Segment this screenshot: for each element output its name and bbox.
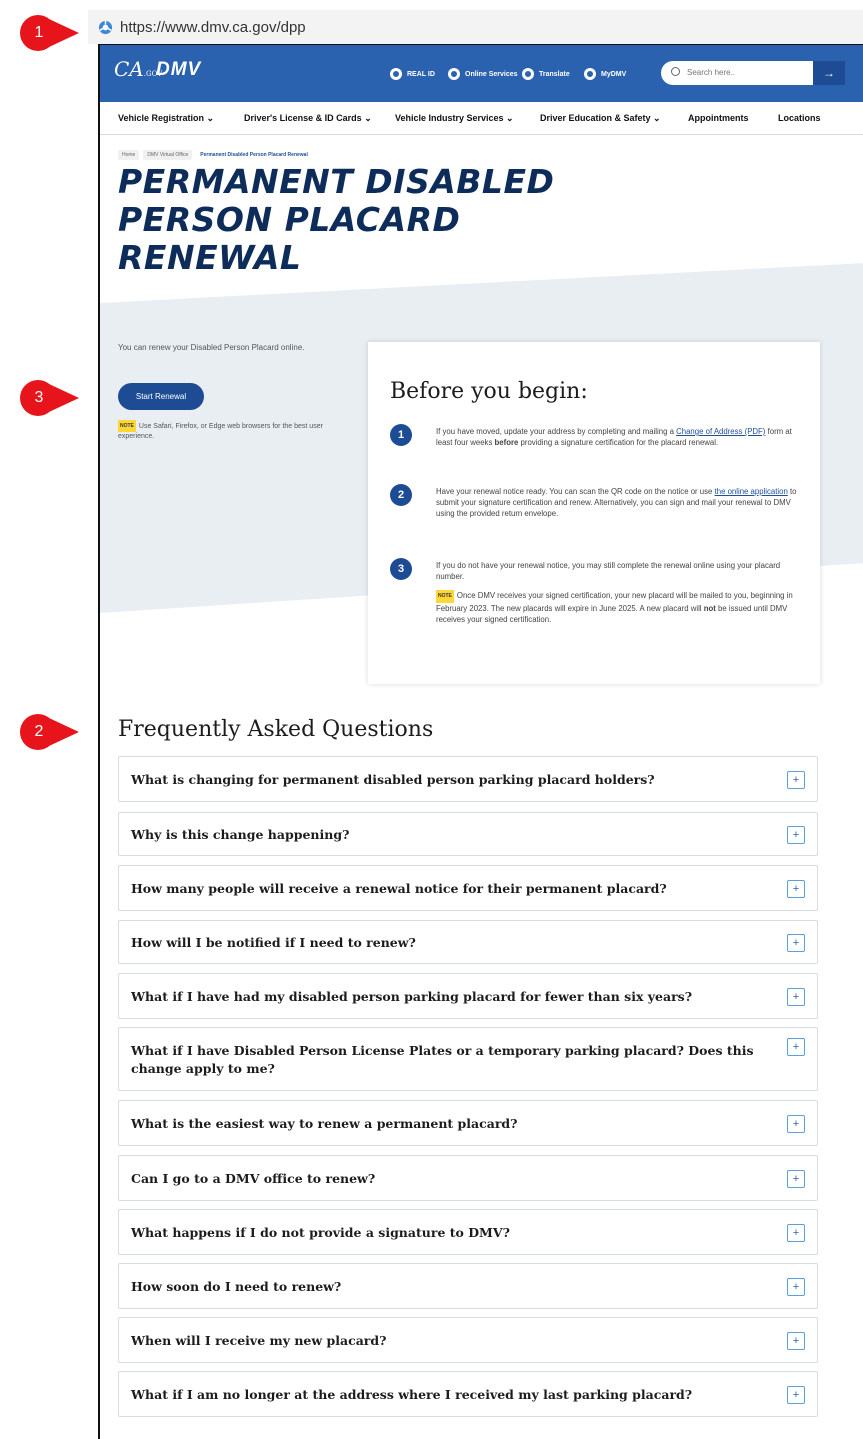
expand-plus-icon[interactable]: + <box>787 1038 805 1056</box>
browser-note: NOTE Use Safari, Firefox, or Edge web bro… <box>118 420 338 442</box>
nav-vehicle-industry[interactable]: Vehicle Industry Services ⌄ <box>395 113 514 124</box>
note-badge: NOTE <box>118 420 136 432</box>
main-nav: Vehicle Registration ⌄ Driver's License … <box>100 102 863 135</box>
star-icon <box>390 68 402 80</box>
url-text[interactable]: https://www.dmv.ca.gov/dpp <box>120 19 306 36</box>
faq-item[interactable]: How soon do I need to renew? + <box>118 1263 818 1309</box>
faq-item[interactable]: When will I receive my new placard? + <box>118 1317 818 1363</box>
faq-heading: Frequently Asked Questions <box>118 717 434 742</box>
real-id-link[interactable]: REAL ID <box>390 66 435 82</box>
address-bar[interactable]: https://www.dmv.ca.gov/dpp <box>88 10 863 44</box>
search-icon <box>671 67 680 76</box>
nav-drivers-license[interactable]: Driver's License & ID Cards ⌄ <box>244 113 372 124</box>
expand-plus-icon[interactable]: + <box>787 771 805 789</box>
faq-question[interactable]: When will I receive my new placard? <box>131 1332 771 1350</box>
faq-question[interactable]: What if I am no longer at the address wh… <box>131 1386 771 1404</box>
faq-item[interactable]: How will I be notified if I need to rene… <box>118 920 818 964</box>
step-text: Have your renewal notice ready. You can … <box>436 487 797 518</box>
translate-link[interactable]: Translate <box>522 66 570 82</box>
step-text: If you have moved, update your address b… <box>436 427 792 447</box>
intro-text: You can renew your Disabled Person Placa… <box>118 343 305 352</box>
online-services-link[interactable]: Online Services <box>448 66 518 82</box>
faq-question[interactable]: Can I go to a DMV office to renew? <box>131 1170 771 1188</box>
step-number: 3 <box>390 558 412 580</box>
search-input[interactable]: Search here.. <box>661 61 813 85</box>
faq-question[interactable]: Why is this change happening? <box>131 826 771 844</box>
faq-question[interactable]: How many people will receive a renewal n… <box>131 880 771 898</box>
expand-plus-icon[interactable]: + <box>787 934 805 952</box>
online-application-link[interactable]: the online application <box>715 487 788 496</box>
services-icon <box>448 68 460 80</box>
expand-plus-icon[interactable]: + <box>787 1278 805 1296</box>
annotation-marker-1: 1 <box>19 14 79 52</box>
globe-icon <box>522 68 534 80</box>
before-you-begin-card: Before you begin: 1 If you have moved, u… <box>368 342 820 684</box>
faq-question[interactable]: What if I have had my disabled person pa… <box>131 988 771 1006</box>
annotation-marker-3: 3 <box>19 379 79 417</box>
expand-plus-icon[interactable]: + <box>787 880 805 898</box>
expand-plus-icon[interactable]: + <box>787 826 805 844</box>
breadcrumb-home[interactable]: Home <box>118 150 140 160</box>
faq-item[interactable]: What if I have Disabled Person License P… <box>118 1027 818 1091</box>
expand-plus-icon[interactable]: + <box>787 988 805 1006</box>
breadcrumb: Home DMV Virtual Office Permanent Disabl… <box>118 150 312 160</box>
change-of-address-link[interactable]: Change of Address (PDF) <box>676 427 765 436</box>
faq-item[interactable]: What is changing for permanent disabled … <box>118 756 818 802</box>
expand-plus-icon[interactable]: + <box>787 1170 805 1188</box>
placard-note: NOTE Once DMV receives your signed certif… <box>436 590 793 624</box>
faq-question[interactable]: What happens if I do not provide a signa… <box>131 1224 771 1242</box>
start-renewal-button[interactable]: Start Renewal <box>118 383 204 410</box>
faq-item[interactable]: What is the easiest way to renew a perma… <box>118 1100 818 1146</box>
faq-item[interactable]: What happens if I do not provide a signa… <box>118 1209 818 1255</box>
page-title: PERMANENT DISABLED PERSON PLACARD RENEWA… <box>118 162 555 277</box>
faq-item[interactable]: What if I am no longer at the address wh… <box>118 1371 818 1417</box>
faq-question[interactable]: How soon do I need to renew? <box>131 1278 771 1296</box>
faq-item[interactable]: Can I go to a DMV office to renew? + <box>118 1155 818 1201</box>
nav-appointments[interactable]: Appointments <box>688 113 749 123</box>
annotation-marker-2: 2 <box>19 713 79 751</box>
expand-plus-icon[interactable]: + <box>787 1115 805 1133</box>
expand-plus-icon[interactable]: + <box>787 1386 805 1404</box>
faq-item[interactable]: What if I have had my disabled person pa… <box>118 973 818 1019</box>
step-number: 1 <box>390 424 412 446</box>
search-submit-button[interactable]: → <box>813 61 845 85</box>
faq-question[interactable]: What is changing for permanent disabled … <box>131 771 771 789</box>
faq-question[interactable]: How will I be notified if I need to rene… <box>131 934 771 952</box>
site-globe-icon <box>98 20 113 35</box>
site-header: CA.GOV DMV REAL ID Online Services Trans… <box>100 45 863 102</box>
webpage-frame: CA.GOV DMV REAL ID Online Services Trans… <box>98 44 863 1439</box>
before-heading: Before you begin: <box>390 379 588 404</box>
faq-item[interactable]: Why is this change happening? + <box>118 812 818 856</box>
nav-locations[interactable]: Locations <box>778 113 821 123</box>
faq-item[interactable]: How many people will receive a renewal n… <box>118 865 818 911</box>
breadcrumb-virtual-office[interactable]: DMV Virtual Office <box>143 150 193 160</box>
expand-plus-icon[interactable]: + <box>787 1224 805 1242</box>
dmv-logo[interactable]: DMV <box>156 59 201 81</box>
faq-question[interactable]: What is the easiest way to renew a perma… <box>131 1115 771 1133</box>
nav-driver-education[interactable]: Driver Education & Safety ⌄ <box>540 113 661 124</box>
nav-vehicle-registration[interactable]: Vehicle Registration ⌄ <box>118 113 214 124</box>
breadcrumb-current: Permanent Disabled Person Placard Renewa… <box>200 152 308 158</box>
step-number: 2 <box>390 484 412 506</box>
faq-question[interactable]: What if I have Disabled Person License P… <box>131 1042 781 1078</box>
step-text: If you do not have your renewal notice, … <box>436 561 781 581</box>
ca-gov-logo[interactable]: CA.GOV <box>114 57 162 81</box>
expand-plus-icon[interactable]: + <box>787 1332 805 1350</box>
mydmv-link[interactable]: MyDMV <box>584 66 626 82</box>
note-badge: NOTE <box>436 590 454 603</box>
user-icon <box>584 68 596 80</box>
